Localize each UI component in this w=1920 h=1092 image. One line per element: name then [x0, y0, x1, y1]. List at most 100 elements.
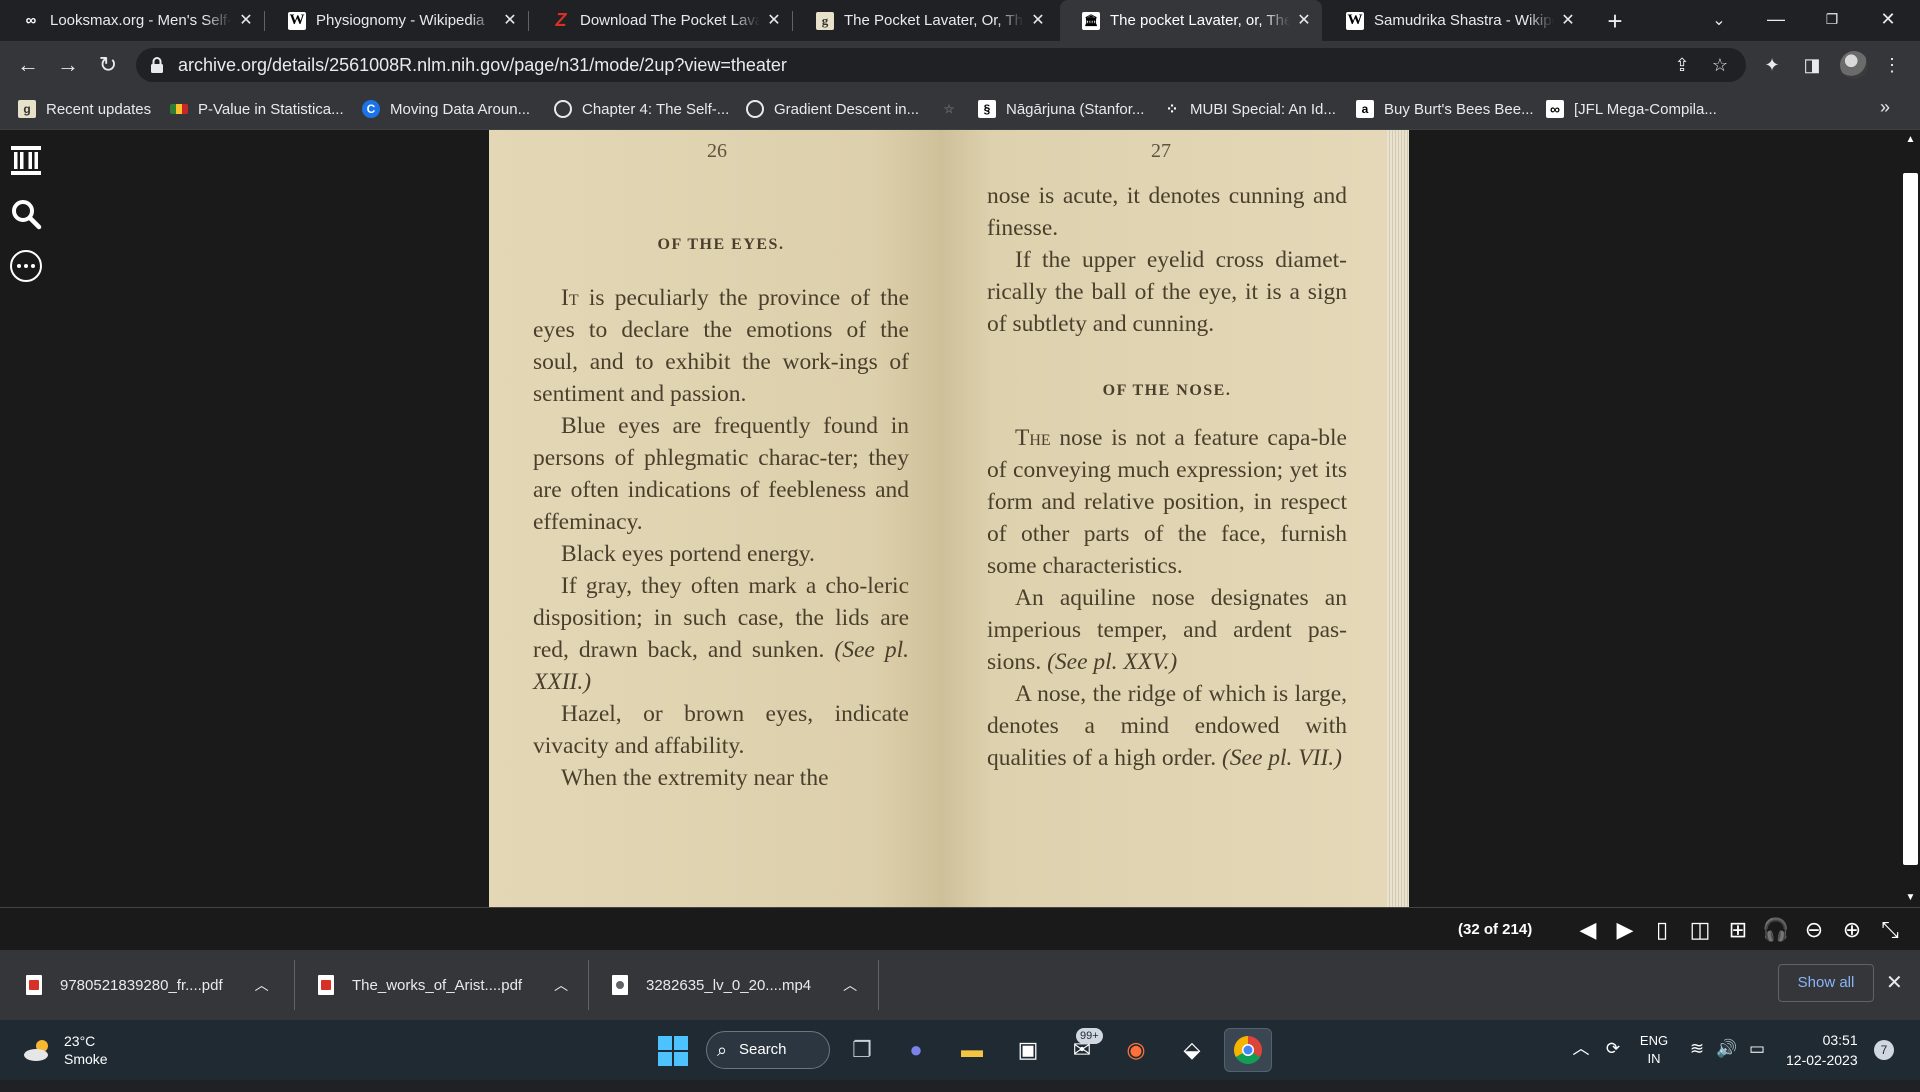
zoom-out-icon[interactable]: ⊖	[1800, 916, 1828, 944]
language-indicator[interactable]: ENG IN	[1636, 1020, 1672, 1092]
bookmark-nagarjuna[interactable]: § Nāgārjuna (Stanfor...	[978, 89, 1144, 129]
tab-separator	[792, 11, 793, 31]
tab-looksmax[interactable]: ∞ Looksmax.org - Men's Self-I ✕	[0, 0, 264, 41]
more-options-icon[interactable]	[8, 248, 44, 284]
wikipedia-icon: W	[1346, 11, 1364, 30]
paragraph: Hazel, or brown eyes, indicate vivacity …	[533, 701, 909, 759]
chevron-up-icon[interactable]: ︿	[554, 975, 568, 995]
search-icon[interactable]	[8, 196, 44, 232]
file-explorer-icon[interactable]: ▬	[954, 1032, 990, 1068]
firefox-icon[interactable]: ◉	[1118, 1032, 1154, 1068]
one-page-view-icon[interactable]: ▯	[1648, 916, 1676, 944]
tab-pocket-lavater-goodreads[interactable]: g The Pocket Lavater, Or, The ✕	[794, 0, 1056, 41]
scroll-up-arrow-icon[interactable]: ▲	[1903, 134, 1918, 145]
extensions-puzzle-icon[interactable]: ✦	[1760, 53, 1784, 77]
taskbar-search[interactable]: ⌕ Search	[706, 1031, 830, 1069]
sync-icon[interactable]: ⟳	[1602, 1038, 1624, 1060]
chevron-up-icon[interactable]: ︿	[255, 975, 269, 995]
bookmark-jfl-mega[interactable]: ∞ [JFL Mega-Compila...	[1546, 89, 1717, 129]
tab-separator	[264, 11, 265, 31]
previous-page-icon[interactable]: ◀	[1574, 916, 1602, 944]
minimize-icon[interactable]: —	[1748, 0, 1804, 38]
battery-icon[interactable]: ▭	[1746, 1038, 1768, 1060]
scrollbar-thumb[interactable]	[1903, 173, 1918, 865]
task-view-icon[interactable]: ❐	[844, 1032, 880, 1068]
exit-fullscreen-icon[interactable]: ⤡	[1876, 916, 1904, 944]
teams-chat-icon[interactable]: ●	[898, 1032, 934, 1068]
download-item[interactable]: 3282635_lv_0_20....mp4 ︿	[612, 950, 857, 1020]
tab-title: The pocket Lavater, or, The	[1110, 12, 1290, 29]
bookmark-recent-updates[interactable]: g Recent updates	[18, 89, 151, 129]
thumbnail-view-icon[interactable]: ⊞	[1724, 916, 1752, 944]
bookmark-burts-bees[interactable]: a Buy Burt's Bees Bee...	[1356, 89, 1534, 129]
share-icon[interactable]: ⇪	[1670, 53, 1694, 77]
profile-avatar[interactable]	[1840, 51, 1868, 79]
lock-icon	[151, 57, 163, 73]
close-icon[interactable]: ✕	[1296, 12, 1312, 29]
volume-icon[interactable]: 🔊	[1716, 1038, 1738, 1060]
download-separator	[878, 960, 879, 1010]
chrome-icon[interactable]	[1224, 1028, 1272, 1072]
book-spread[interactable]: 26 OF THE EYES. It is peculiarly the pro…	[489, 130, 1409, 907]
close-icon[interactable]: ✕	[238, 12, 254, 29]
bookmark-moving-data[interactable]: C Moving Data Aroun...	[362, 89, 530, 129]
window-close-icon[interactable]: ✕	[1860, 0, 1916, 38]
restore-icon[interactable]: ❐	[1804, 0, 1860, 38]
bookmark-chapter-4[interactable]: Chapter 4: The Self-...	[554, 89, 729, 129]
reload-icon[interactable]: ↻	[92, 49, 124, 81]
tab-strip: ∞ Looksmax.org - Men's Self-I ✕ W Physio…	[0, 0, 1920, 41]
notification-badge[interactable]: 7	[1874, 1040, 1894, 1060]
microsoft-store-icon[interactable]: ▣	[1010, 1032, 1046, 1068]
download-filename: 3282635_lv_0_20....mp4	[646, 976, 812, 994]
bookmark-p-value[interactable]: P-Value in Statistica...	[170, 89, 344, 129]
menu-kebab-icon[interactable]: ⋮	[1880, 53, 1904, 77]
download-item[interactable]: 9780521839280_fr....pdf ︿	[26, 950, 269, 1020]
bookmark-gradient-descent[interactable]: Gradient Descent in...	[746, 89, 919, 129]
wifi-icon[interactable]: ≋	[1686, 1038, 1708, 1060]
start-button[interactable]	[658, 1036, 688, 1066]
download-item[interactable]: The_works_of_Arist....pdf ︿	[318, 950, 568, 1020]
close-icon[interactable]: ✕	[1560, 12, 1576, 29]
tab-samudrika-shastra[interactable]: W Samudrika Shastra - Wikipe ✕	[1324, 0, 1586, 41]
close-icon[interactable]: ✕	[1886, 970, 1903, 995]
side-panel-icon[interactable]: ◨	[1800, 53, 1824, 77]
tab-search-chevron-icon[interactable]: ⌄	[1706, 8, 1732, 34]
tab-download-pocket-lavater[interactable]: Z Download The Pocket Lavat ✕	[530, 0, 792, 41]
bookmark-star-icon[interactable]: ☆	[1708, 53, 1732, 77]
stanford-encyclopedia-icon: §	[978, 100, 996, 118]
internet-archive-logo-icon[interactable]	[8, 142, 44, 178]
next-page-icon[interactable]: ▶	[1611, 916, 1639, 944]
system-clock[interactable]: 03:51 12-02-2023	[1786, 1030, 1858, 1070]
section-heading: OF THE NOSE.	[1102, 382, 1232, 399]
infinity-icon: ∞	[1546, 100, 1564, 118]
bookmark-mubi[interactable]: ⁘ MUBI Special: An Id...	[1162, 89, 1336, 129]
close-icon[interactable]: ✕	[502, 12, 518, 29]
book-page-right[interactable]: 27 nose is acute, it denotes cunning and…	[939, 130, 1387, 907]
scroll-down-arrow-icon[interactable]: ▼	[1903, 892, 1918, 903]
search-label: Search	[739, 1041, 787, 1058]
chevron-up-icon[interactable]: ︿	[843, 975, 857, 995]
weather-widget[interactable]: 23°C Smoke	[22, 1032, 108, 1068]
chevron-up-icon[interactable]: ︿	[1570, 1038, 1592, 1060]
paragraph: Black eyes portend energy.	[561, 541, 815, 567]
address-bar[interactable]: archive.org/details/2561008R.nlm.nih.gov…	[136, 48, 1746, 82]
show-all-downloads-button[interactable]: Show all	[1778, 964, 1874, 1002]
two-page-view-icon[interactable]: ◫	[1686, 916, 1714, 944]
close-icon[interactable]: ✕	[766, 12, 782, 29]
dropbox-icon[interactable]: ⬙	[1174, 1032, 1210, 1068]
tab-pocket-lavater-archive[interactable]: 🏛 The pocket Lavater, or, The ✕	[1060, 0, 1322, 41]
bookmarks-overflow-button[interactable]: »	[1880, 97, 1890, 118]
close-icon[interactable]: ✕	[1030, 12, 1046, 29]
book-page-left[interactable]: 26 OF THE EYES. It is peculiarly the pro…	[489, 130, 939, 907]
bookmark-blank[interactable]: ☆	[940, 89, 968, 129]
forward-arrow-icon[interactable]: →	[52, 49, 84, 81]
tab-physiognomy[interactable]: W Physiognomy - Wikipedia ✕	[266, 0, 528, 41]
zoom-in-icon[interactable]: ⊕	[1838, 916, 1866, 944]
new-tab-button[interactable]: +	[1600, 6, 1630, 36]
page-body: The nose is not a feature capa-ble of co…	[987, 422, 1347, 774]
pdf-file-icon	[26, 975, 42, 995]
tab-title: Looksmax.org - Men's Self-I	[50, 12, 232, 29]
back-arrow-icon[interactable]: ←	[12, 49, 44, 81]
read-aloud-headphones-icon[interactable]: 🎧	[1762, 916, 1790, 944]
book-reader: 26 OF THE EYES. It is peculiarly the pro…	[0, 130, 1920, 907]
